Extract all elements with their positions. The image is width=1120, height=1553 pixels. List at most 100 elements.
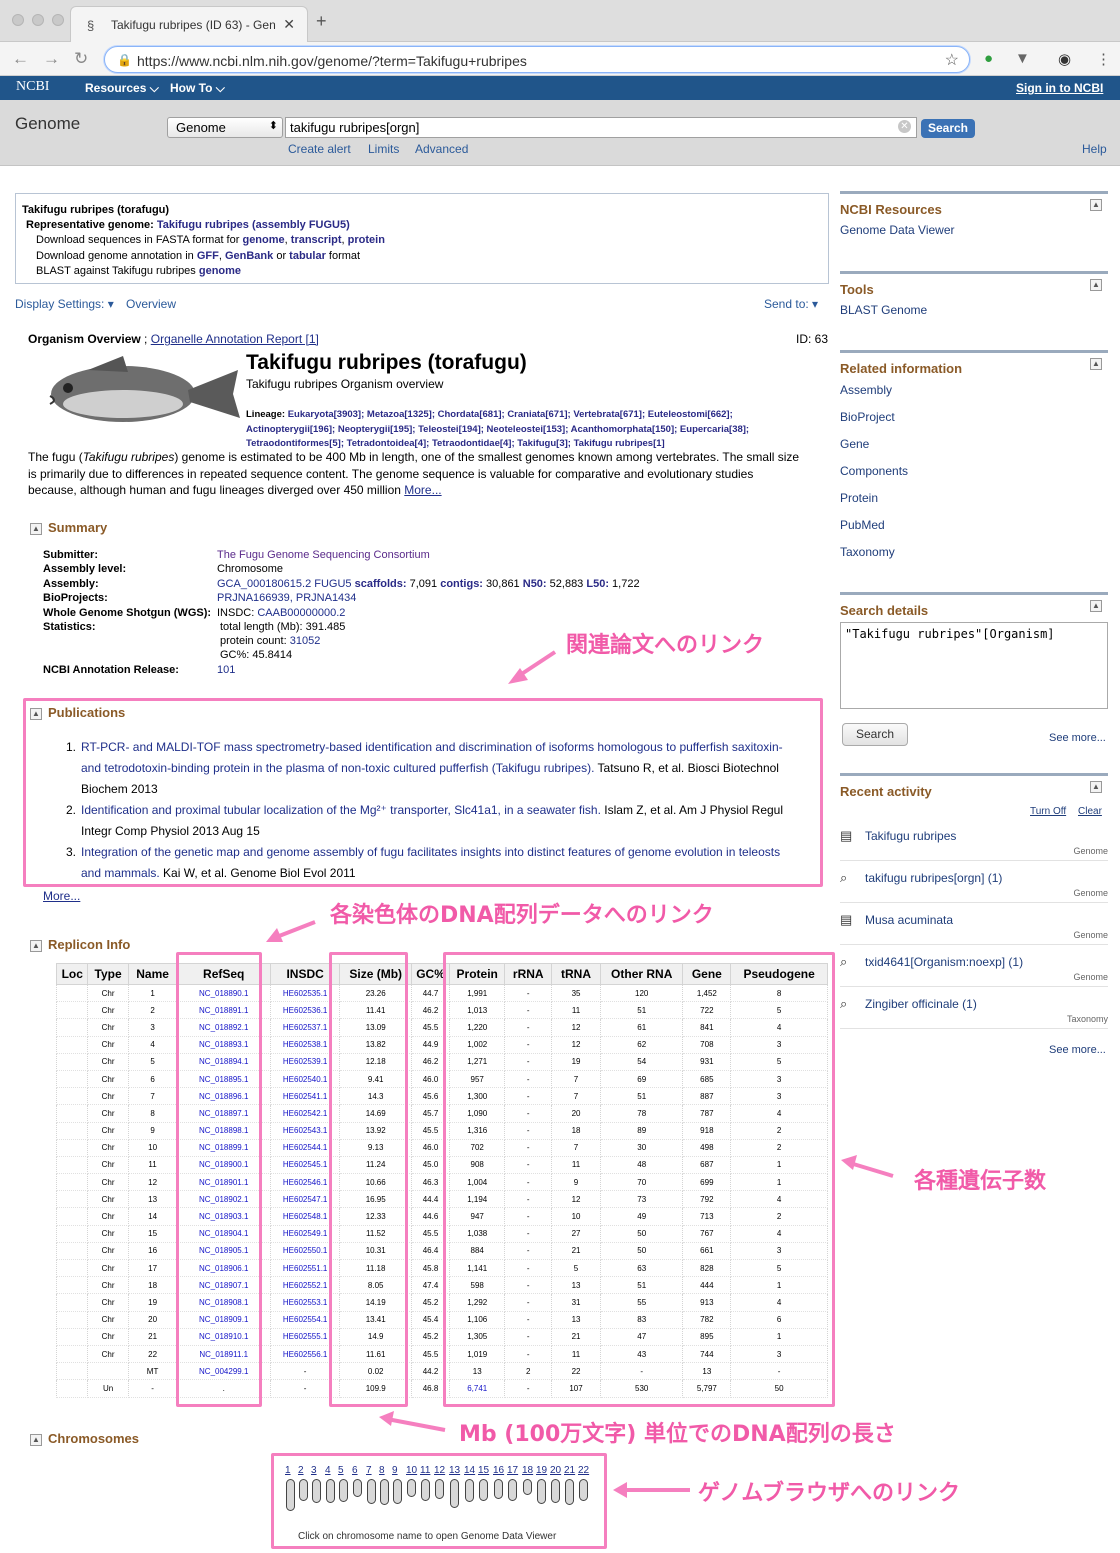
assembly-link[interactable]: GCA_000180615.2 FUGU5 [217, 578, 352, 590]
vpn-extension-icon[interactable]: ▼ [1015, 50, 1030, 67]
publication-link[interactable]: Identification and proximal tubular loca… [81, 803, 601, 817]
window-minimize-button[interactable] [32, 14, 44, 26]
fasta-protein-link[interactable]: protein [348, 234, 385, 246]
search-details-button[interactable]: Search [842, 723, 908, 746]
publication-link[interactable]: Integration of the genetic map and genom… [81, 845, 780, 859]
chromosomes-section-header[interactable]: ▲ Chromosomes [30, 1431, 139, 1446]
fasta-transcript-link[interactable]: transcript [291, 234, 342, 246]
close-tab-icon[interactable]: ✕ [283, 16, 295, 33]
database-select[interactable]: Genome ⬍ [167, 117, 283, 138]
collapse-icon[interactable]: ▲ [1090, 358, 1102, 370]
collapse-icon[interactable]: ▲ [30, 707, 42, 720]
url-field[interactable]: 🔒 https://www.ncbi.nlm.nih.gov/genome/?t… [104, 46, 970, 73]
publication-link[interactable]: and mammals. [81, 866, 160, 880]
overview-link[interactable]: Overview [126, 297, 176, 311]
recent-item-link[interactable]: Zingiber officinale (1) [865, 997, 977, 1011]
gff-link[interactable]: GFF [197, 250, 219, 262]
window-zoom-button[interactable] [52, 14, 64, 26]
publications-list: 1. RT-PCR- and MALDI-TOF mass spectrometr… [66, 737, 814, 884]
collapse-icon[interactable]: ▲ [1090, 781, 1102, 793]
protein-count-link[interactable]: 31052 [290, 635, 321, 647]
wgs-link[interactable]: CAAB00000000.2 [257, 607, 345, 619]
genbank-link[interactable]: GenBank [225, 250, 273, 262]
genome-data-viewer-link[interactable]: Genome Data Viewer [840, 223, 955, 237]
column-header[interactable]: Name [127, 963, 178, 985]
blast-genome-link[interactable]: BLAST Genome [840, 303, 927, 317]
bookmark-star-icon[interactable]: ☆ [945, 50, 959, 70]
clear-link[interactable]: Clear [1078, 806, 1102, 817]
submitter-link[interactable]: The Fugu Genome Sequencing Consortium [217, 549, 430, 561]
search-button[interactable]: Search [921, 119, 975, 138]
evernote-extension-icon[interactable]: ● [984, 50, 993, 67]
profile-avatar-icon[interactable]: ◉ [1058, 50, 1071, 68]
limits-link[interactable]: Limits [368, 142, 399, 156]
browser-tab[interactable]: § Takifugu rubripes (ID 63) - Gen ✕ [70, 6, 308, 42]
replicon-section-header[interactable]: ▲ Replicon Info [30, 937, 130, 952]
table-cell [55, 1053, 89, 1071]
related-link-taxonomy[interactable]: Taxonomy [840, 545, 895, 559]
recent-item-link[interactable]: txid4641[Organism:noexp] (1) [865, 955, 1023, 969]
collapse-icon[interactable]: ▲ [30, 522, 42, 535]
column-header[interactable]: Type [87, 963, 129, 985]
publications-section-header[interactable]: ▲ Publications [30, 705, 125, 720]
rep-genome-link[interactable]: Takifugu rubripes (assembly FUGU5) [157, 219, 350, 231]
organism-subtitle: Takifugu rubripes Organism overview [246, 377, 444, 391]
resources-menu[interactable]: Resources ⌵ [85, 81, 159, 96]
table-cell [55, 1139, 89, 1157]
recent-item-link[interactable]: Musa acuminata [865, 913, 953, 927]
publication-link[interactable]: RT-PCR- and MALDI-TOF mass spectrometry-… [81, 740, 783, 754]
reload-icon[interactable]: ↻ [74, 49, 88, 69]
recent-activity-box: Recent activity ▲ [840, 773, 1108, 799]
howto-menu[interactable]: How To ⌵ [170, 81, 225, 96]
desc-more-link[interactable]: More... [404, 483, 441, 497]
turn-off-link[interactable]: Turn Off [1030, 806, 1066, 817]
browser-menu-icon[interactable]: ⋮ [1096, 50, 1111, 68]
collapse-icon[interactable]: ▲ [30, 1433, 42, 1446]
window-close-button[interactable] [12, 14, 24, 26]
new-tab-icon[interactable]: + [316, 11, 327, 32]
search-details-see-more[interactable]: See more... [1049, 732, 1106, 744]
publication-link[interactable]: and tetrodotoxin-binding protein in the … [81, 761, 594, 775]
related-link-pubmed[interactable]: PubMed [840, 518, 885, 532]
publications-more-link[interactable]: More... [43, 889, 80, 903]
search-input[interactable]: takifugu rubripes[orgn] ✕ [285, 117, 917, 138]
sign-in-link[interactable]: Sign in to NCBI [1016, 81, 1103, 95]
collapse-icon[interactable]: ▲ [30, 939, 42, 952]
organelle-report-link[interactable]: Organelle Annotation Report [1] [151, 332, 319, 346]
recent-see-more[interactable]: See more... [1049, 1044, 1106, 1056]
lineage-links-2[interactable]: Actinopterygii[196]; Neopterygii[195]; T… [246, 423, 749, 438]
collapse-icon[interactable]: ▲ [1090, 279, 1102, 291]
ncbi-logo[interactable]: NCBI [16, 79, 49, 95]
display-settings-menu[interactable]: Display Settings: ▾ [15, 297, 114, 311]
column-header[interactable]: Loc [55, 963, 89, 985]
clear-search-icon[interactable]: ✕ [898, 120, 911, 133]
recent-item-link[interactable]: Takifugu rubripes [865, 829, 956, 843]
related-link-components[interactable]: Components [840, 464, 908, 478]
annotation-release-link[interactable]: 101 [217, 664, 235, 676]
table-cell: MT [127, 1362, 178, 1381]
annotation-size: Mb (100万文字) 単位でのDNA配列の長さ [459, 1422, 896, 1447]
related-link-gene[interactable]: Gene [840, 437, 869, 451]
forward-icon[interactable]: → [43, 49, 60, 69]
tabular-link[interactable]: tabular [289, 250, 326, 262]
summary-label: Assembly: [43, 578, 99, 590]
back-icon[interactable]: ← [12, 49, 29, 69]
create-alert-link[interactable]: Create alert [288, 142, 351, 156]
lock-icon: 🔒 [117, 53, 132, 67]
bioprojects-links[interactable]: PRJNA166939, PRJNA1434 [217, 592, 356, 604]
fasta-genome-link[interactable]: genome [242, 234, 284, 246]
related-link-assembly[interactable]: Assembly [840, 383, 892, 397]
blast-genome-link[interactable]: genome [199, 265, 241, 277]
related-link-protein[interactable]: Protein [840, 491, 878, 505]
related-link-bioproject[interactable]: BioProject [840, 410, 895, 424]
lineage-links-1[interactable]: Eukaryota[3903]; Metazoa[1325]; Chordata… [288, 409, 733, 420]
collapse-icon[interactable]: ▲ [1090, 600, 1102, 612]
summary-section-header[interactable]: ▲ Summary [30, 520, 107, 535]
help-link[interactable]: Help [1082, 142, 1107, 156]
table-cell: 13 [127, 1190, 178, 1209]
send-to-menu[interactable]: Send to: ▾ [764, 297, 818, 311]
recent-item-link[interactable]: takifugu rubripes[orgn] (1) [865, 871, 1002, 885]
search-details-textarea[interactable]: "Takifugu rubripes"[Organism] [840, 622, 1108, 709]
advanced-link[interactable]: Advanced [415, 142, 468, 156]
collapse-icon[interactable]: ▲ [1090, 199, 1102, 211]
